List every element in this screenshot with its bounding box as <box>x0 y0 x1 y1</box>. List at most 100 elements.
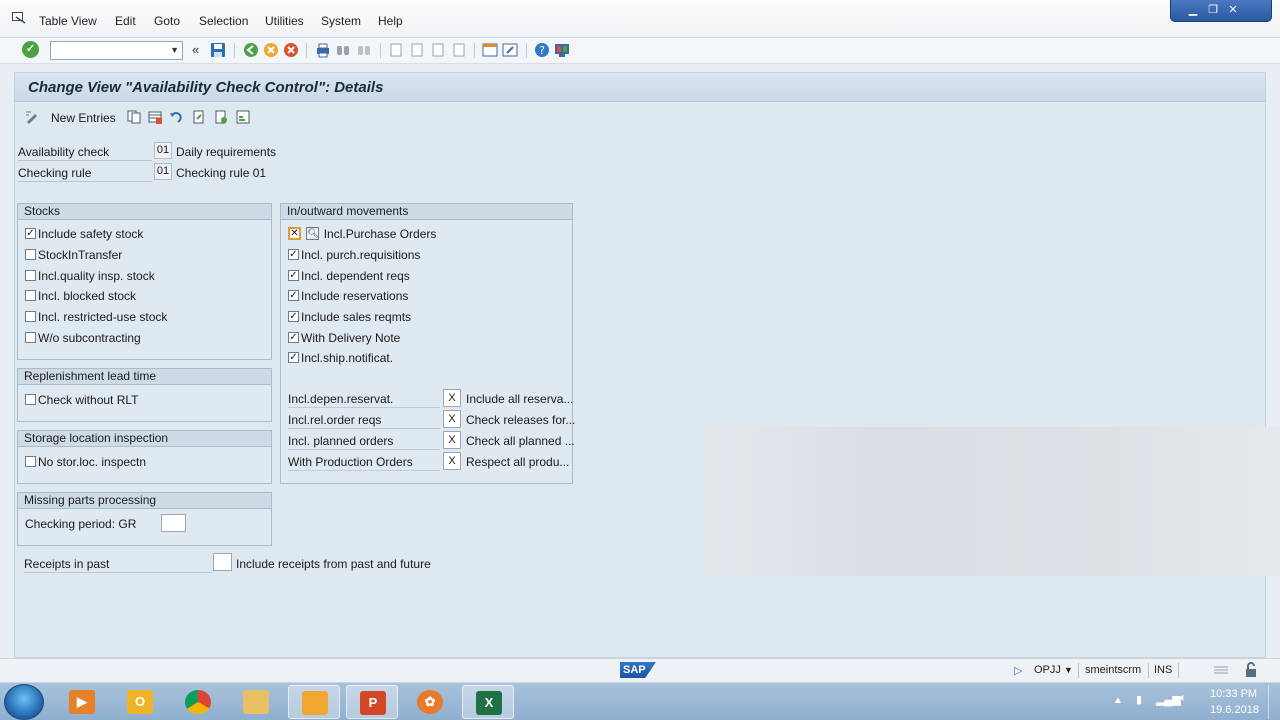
quality-insp-stock-checkbox[interactable] <box>25 270 36 282</box>
help-icon[interactable]: ? <box>534 42 550 58</box>
windows-start-icon[interactable] <box>4 684 44 720</box>
rel-order-reqs-input[interactable]: X <box>443 410 461 428</box>
menu-system[interactable]: System <box>321 14 361 28</box>
clock-time[interactable]: 10:33 PM <box>1210 688 1257 700</box>
close-icon[interactable]: ✕ <box>1225 3 1241 17</box>
stock-in-transfer-checkbox[interactable] <box>25 249 36 261</box>
signal-icon[interactable]: ▂▄▆ <box>1156 693 1181 706</box>
delivery-note-checkbox[interactable]: ✓ <box>288 332 299 344</box>
first-page-icon[interactable] <box>388 42 404 58</box>
save-icon[interactable] <box>210 42 226 58</box>
menu-goto[interactable]: Goto <box>154 14 180 28</box>
back-icon[interactable] <box>243 42 259 58</box>
double-chevron-left-icon[interactable]: « <box>192 42 199 57</box>
planned-orders-input[interactable]: X <box>443 431 461 449</box>
receipts-in-past-input[interactable] <box>213 553 232 571</box>
missing-parts-group: Missing parts processing Checking period… <box>17 492 272 546</box>
restricted-use-stock-checkbox[interactable] <box>25 311 36 323</box>
taskbar-excel[interactable]: X <box>462 685 514 719</box>
menu-utilities[interactable]: Utilities <box>265 14 304 28</box>
next-page-icon[interactable] <box>430 42 446 58</box>
availability-check-value: 01 <box>154 142 172 159</box>
storage-location-group: Storage location inspection No stor.loc.… <box>17 430 272 484</box>
check-without-rlt-label: Check without RLT <box>38 392 139 407</box>
minimize-icon[interactable]: ▁ <box>1185 3 1201 17</box>
chevron-down-icon[interactable]: ▼ <box>170 45 179 55</box>
delivery-note-label: With Delivery Note <box>301 330 401 345</box>
command-field[interactable]: ▼ <box>50 41 183 60</box>
no-storloc-inspection-checkbox[interactable] <box>25 456 36 468</box>
sap-logon-icon <box>302 691 328 715</box>
sales-reqmts-checkbox[interactable]: ✓ <box>288 311 299 323</box>
print-icon[interactable] <box>315 42 331 58</box>
dependent-reqs-row: ✓ Incl. dependent reqs <box>288 268 410 284</box>
exit-icon[interactable] <box>263 42 279 58</box>
taskbar-app[interactable]: ✿ <box>404 685 456 719</box>
purch-requisitions-checkbox[interactable]: ✓ <box>288 249 299 261</box>
clock-date[interactable]: 19.6.2018 <box>1210 704 1259 716</box>
blocked-stock-checkbox[interactable] <box>25 290 36 302</box>
previous-page-icon[interactable] <box>409 42 425 58</box>
new-entries-button[interactable]: New Entries <box>51 111 116 125</box>
availability-check-label: Availability check <box>18 143 152 161</box>
taskbar-chrome[interactable] <box>172 685 224 719</box>
restricted-use-stock-row: Incl. restricted-use stock <box>25 309 167 325</box>
ship-notificat-checkbox[interactable]: ✓ <box>288 352 299 364</box>
play-icon[interactable]: ▷ <box>1014 664 1022 677</box>
find-icon[interactable] <box>335 42 351 58</box>
menu-help[interactable]: Help <box>378 14 403 28</box>
usb-icon[interactable]: ▮ <box>1136 693 1142 706</box>
checking-period-input[interactable] <box>161 514 186 532</box>
undo-icon[interactable] <box>169 110 183 124</box>
availability-check-text: Daily requirements <box>176 145 277 159</box>
menu-options-icon[interactable] <box>12 12 26 24</box>
menu-edit[interactable]: Edit <box>115 14 136 28</box>
shortcut-icon[interactable] <box>502 42 518 58</box>
taskbar-media-player[interactable]: ▶ <box>56 685 108 719</box>
production-orders-input[interactable]: X <box>443 452 461 470</box>
status-separator <box>1148 663 1149 678</box>
cancel-icon[interactable] <box>283 42 299 58</box>
restricted-use-stock-label: Incl. restricted-use stock <box>38 309 168 324</box>
subcontracting-row: W/o subcontracting <box>25 330 141 346</box>
next-entry-icon[interactable] <box>214 110 228 124</box>
magnifier-icon[interactable]: 🔍︎ <box>306 227 320 241</box>
display-change-icon[interactable] <box>25 110 39 124</box>
show-desktop-button[interactable] <box>1268 685 1278 719</box>
toolbar-separator <box>526 43 527 58</box>
chrome-icon <box>185 690 211 714</box>
taskbar-explorer[interactable] <box>230 685 282 719</box>
include-safety-stock-checkbox[interactable]: ✓ <box>25 228 36 240</box>
reservations-checkbox[interactable]: ✓ <box>288 290 299 302</box>
find-next-icon[interactable] <box>356 42 372 58</box>
system-info-icon[interactable] <box>1213 664 1229 676</box>
check-without-rlt-checkbox[interactable] <box>25 394 36 406</box>
delete-icon[interactable] <box>148 110 162 124</box>
last-page-icon[interactable] <box>451 42 467 58</box>
customize-layout-icon[interactable] <box>554 42 570 58</box>
variant-icon[interactable] <box>236 110 250 124</box>
taskbar-powerpoint[interactable]: P <box>346 685 398 719</box>
new-session-icon[interactable] <box>482 42 498 58</box>
no-storloc-inspection-label: No stor.loc. inspectn <box>38 454 147 469</box>
purchase-orders-checkbox[interactable]: ✕ <box>288 227 301 241</box>
enter-icon[interactable]: ✓ <box>22 41 39 58</box>
chevron-down-icon[interactable]: ▼ <box>1064 665 1073 675</box>
menu-table-view[interactable]: Table View <box>39 14 97 28</box>
copy-icon[interactable] <box>127 110 141 124</box>
subcontracting-checkbox[interactable] <box>25 332 36 344</box>
show-hidden-icons[interactable]: ▲ <box>1113 695 1123 706</box>
menu-selection[interactable]: Selection <box>199 14 248 28</box>
blurred-region <box>704 427 1280 576</box>
restore-icon[interactable]: ❐ <box>1205 3 1221 17</box>
ship-notificat-row: ✓ Incl.ship.notificat. <box>288 350 393 366</box>
depen-reservat-input[interactable]: X <box>443 389 461 407</box>
previous-entry-icon[interactable] <box>192 110 206 124</box>
lock-icon[interactable] <box>1244 662 1258 678</box>
taskbar-sap-logon[interactable] <box>288 685 340 719</box>
dependent-reqs-checkbox[interactable]: ✓ <box>288 270 299 282</box>
volume-icon[interactable]: 🔈︎ <box>1180 692 1187 705</box>
taskbar-outlook[interactable]: O <box>114 685 166 719</box>
checking-rule-value: 01 <box>154 163 172 180</box>
toolbar-separator <box>380 43 381 58</box>
